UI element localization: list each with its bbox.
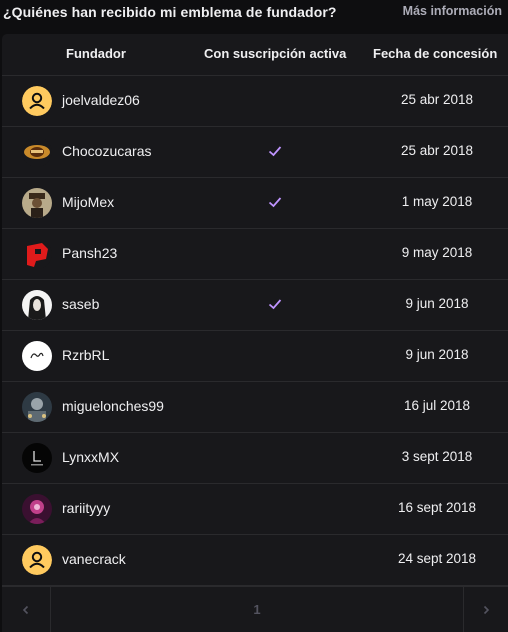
previous-page-button[interactable] — [2, 587, 51, 632]
grant-date: 9 jun 2018 — [405, 347, 469, 362]
more-info-link[interactable]: Más información — [403, 4, 502, 18]
next-page-button[interactable] — [463, 587, 508, 632]
rariityyy-avatar[interactable] — [22, 494, 52, 524]
founder-name[interactable]: RzrbRL — [62, 347, 109, 363]
grant-date: 24 sept 2018 — [397, 551, 477, 566]
founder-name[interactable]: Chocozucaras — [62, 143, 152, 159]
check-icon — [268, 195, 282, 209]
grant-date: 9 jun 2018 — [405, 296, 469, 311]
table-row: LynxxMX 3 sept 2018 — [2, 433, 508, 484]
table-header: Fundador Con suscripción activa Fecha de… — [2, 34, 508, 76]
table-row: Pansh23 9 may 2018 — [2, 229, 508, 280]
saseb-avatar[interactable] — [22, 290, 52, 320]
founder-name[interactable]: rariityyy — [62, 500, 110, 516]
table-row: vanecrack 24 sept 2018 — [2, 535, 508, 586]
column-header-founder: Fundador — [66, 46, 126, 61]
chevron-left-icon — [22, 605, 29, 615]
chevron-right-icon — [483, 605, 490, 615]
founder-name[interactable]: LynxxMX — [62, 449, 119, 465]
grant-date: 16 jul 2018 — [403, 398, 471, 413]
founder-name[interactable]: saseb — [62, 296, 99, 312]
founders-table: Fundador Con suscripción activa Fecha de… — [2, 34, 508, 632]
page-header: ¿Quiénes han recibido mi emblema de fund… — [0, 0, 508, 34]
founder-name[interactable]: MijoMex — [62, 194, 114, 210]
table-row: miguelonches99 16 jul 2018 — [2, 382, 508, 433]
grant-date: 1 may 2018 — [401, 194, 473, 209]
table-row: rariityyy 16 sept 2018 — [2, 484, 508, 535]
lynxxmx-avatar[interactable] — [22, 443, 52, 473]
founder-name[interactable]: miguelonches99 — [62, 398, 164, 414]
check-icon — [268, 144, 282, 158]
current-page-number[interactable]: 1 — [50, 602, 464, 617]
grant-date: 25 abr 2018 — [400, 92, 474, 107]
grant-date: 16 sept 2018 — [397, 500, 477, 515]
founder-name[interactable]: vanecrack — [62, 551, 126, 567]
rzrbrl-avatar[interactable] — [22, 341, 52, 371]
table-row: Chocozucaras 25 abr 2018 — [2, 127, 508, 178]
default-user-icon[interactable] — [22, 545, 52, 575]
check-icon — [268, 297, 282, 311]
founder-name[interactable]: joelvaldez06 — [62, 92, 140, 108]
grant-date: 3 sept 2018 — [401, 449, 473, 464]
page-title: ¿Quiénes han recibido mi emblema de fund… — [3, 4, 337, 20]
column-header-date: Fecha de concesión — [373, 46, 498, 61]
miguelonches99-avatar[interactable] — [22, 392, 52, 422]
grant-date: 25 abr 2018 — [400, 143, 474, 158]
founder-name[interactable]: Pansh23 — [62, 245, 117, 261]
default-user-icon[interactable] — [22, 86, 52, 116]
table-row: RzrbRL 9 jun 2018 — [2, 331, 508, 382]
table-row: MijoMex 1 may 2018 — [2, 178, 508, 229]
column-header-active-sub: Con suscripción activa — [204, 46, 347, 61]
pagination: 1 — [2, 586, 508, 632]
table-row: saseb 9 jun 2018 — [2, 280, 508, 331]
table-row: joelvaldez06 25 abr 2018 — [2, 76, 508, 127]
pansh23-avatar[interactable] — [22, 239, 52, 269]
grant-date: 9 may 2018 — [401, 245, 473, 260]
chocozucaras-avatar[interactable] — [22, 137, 52, 167]
mijomex-avatar[interactable] — [22, 188, 52, 218]
